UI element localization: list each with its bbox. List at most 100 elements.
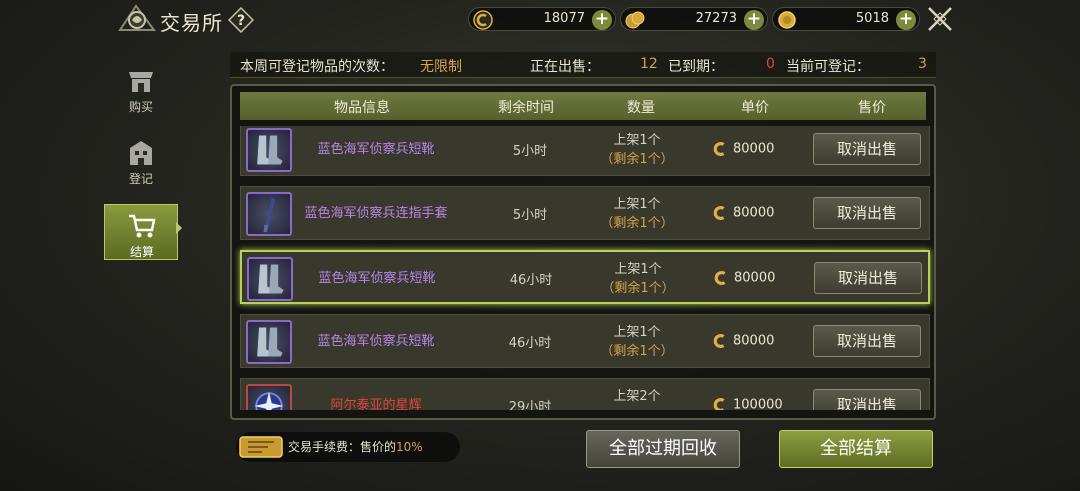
table-row[interactable]: 蓝色海军侦察兵短靴 46小时 上架1个 （剩余1个） 80000 取消出售 xyxy=(240,250,930,304)
nav-label: 登记 xyxy=(128,172,153,186)
listing-rows[interactable]: 蓝色海军侦察兵短靴 5小时 上架1个 （剩余1个） 80000 取消出售 蓝色海… xyxy=(232,126,934,410)
remaining-time: 46小时 xyxy=(508,336,552,351)
nav-item-buy[interactable]: 购买 xyxy=(104,60,178,116)
item-name: 蓝色海军侦察兵连指手套 xyxy=(304,206,448,221)
weekly-limit-value: 无限制 xyxy=(420,59,462,75)
cancel-sale-button[interactable]: 取消出售 xyxy=(813,389,921,410)
fee-label: 交易手续费：售价的 xyxy=(288,440,397,454)
selling-value: 12 xyxy=(640,56,658,72)
help-icon[interactable]: ? xyxy=(228,7,254,33)
table-row[interactable]: 阿尔泰亚的星辉 29小时 上架2个 100000 取消出售 xyxy=(240,378,930,410)
nav-item-register[interactable]: 登记 xyxy=(104,132,178,188)
remaining-time: 5小时 xyxy=(512,208,548,223)
c-coin-icon xyxy=(714,271,726,285)
quantity: 上架1个 （剩余1个） xyxy=(571,195,703,233)
unit-price: 80000 xyxy=(711,332,811,350)
item-name: 蓝色海军侦察兵短靴 xyxy=(317,334,435,349)
boots-icon xyxy=(247,257,293,301)
unit-price: 80000 xyxy=(712,269,812,287)
fee-percent: 10% xyxy=(396,440,423,454)
cart-icon xyxy=(129,214,156,238)
listed-qty: 上架1个 xyxy=(613,197,661,212)
nav-label: 购买 xyxy=(128,100,153,114)
selling-label: 正在出售： xyxy=(530,59,600,75)
remaining-time: 46小时 xyxy=(509,273,553,288)
settle-all-button[interactable]: 全部结算 xyxy=(779,430,933,468)
fee-text: 交易手续费：售价的10% xyxy=(288,438,423,455)
side-nav: 购买 登记 结算 xyxy=(104,56,178,276)
ticket-icon xyxy=(239,436,283,458)
currency-value: 18077 xyxy=(543,11,585,26)
nav-item-settle[interactable]: 结算 xyxy=(104,204,178,260)
weekly-limit-label: 本周可登记物品的次数： xyxy=(240,59,394,75)
cancel-sale-button[interactable]: 取消出售 xyxy=(813,197,921,229)
add-currency-button[interactable]: + xyxy=(592,10,612,30)
price-value: 80000 xyxy=(733,333,775,349)
expired-value: 0 xyxy=(766,56,775,72)
remaining-qty: （剩余1个） xyxy=(600,216,674,231)
quantity: 上架1个 （剩余1个） xyxy=(572,260,704,298)
svg-text:?: ? xyxy=(237,13,245,29)
c-coin-icon xyxy=(713,334,725,348)
price-value: 100000 xyxy=(733,397,783,411)
listed-qty: 上架1个 xyxy=(613,325,661,340)
remaining-qty: （剩余1个） xyxy=(600,152,674,167)
currency-value: 27273 xyxy=(695,11,737,26)
currency-value: 5018 xyxy=(855,11,889,26)
unit-price: 80000 xyxy=(711,204,811,222)
unit-price: 80000 xyxy=(711,140,811,158)
recycle-expired-button[interactable]: 全部过期回收 xyxy=(586,430,740,468)
c-coin-icon xyxy=(473,10,493,30)
summary-bar: 本周可登记物品的次数： 无限制 正在出售： 12 已到期： 0 当前可登记： 3 xyxy=(230,52,936,78)
price-value: 80000 xyxy=(733,141,775,157)
table-row[interactable]: 蓝色海军侦察兵连指手套 5小时 上架1个 （剩余1个） 80000 取消出售 xyxy=(240,186,930,240)
item-name: 蓝色海军侦察兵短靴 xyxy=(318,271,436,286)
table-row[interactable]: 蓝色海军侦察兵短靴 46小时 上架1个 （剩余1个） 80000 取消出售 xyxy=(240,314,930,368)
currency-c-coin: 18077 + xyxy=(468,7,616,31)
gold-coin-icon xyxy=(778,11,796,29)
cancel-sale-button[interactable]: 取消出售 xyxy=(814,262,922,294)
header-unit-price: 单价 xyxy=(741,100,769,116)
top-bar: 交易所 ? 18077 + 27273 + 5018 + xyxy=(0,0,1080,42)
table-header: 物品信息 剩余时间 数量 单价 售价 xyxy=(240,92,926,120)
listings-panel: 物品信息 剩余时间 数量 单价 售价 蓝色海军侦察兵短靴 5小时 上架1个 （剩… xyxy=(230,84,936,420)
register-icon xyxy=(130,141,152,165)
cancel-sale-button[interactable]: 取消出售 xyxy=(813,325,921,357)
item-name: 蓝色海军侦察兵短靴 xyxy=(317,142,435,157)
page-title: 交易所 xyxy=(160,11,223,35)
listed-qty: 上架1个 xyxy=(613,133,661,148)
currency-gold-coins: 27273 + xyxy=(620,7,768,31)
cancel-sale-button[interactable]: 取消出售 xyxy=(813,133,921,165)
listed-qty: 上架1个 xyxy=(614,262,662,277)
c-coin-icon xyxy=(713,206,725,220)
listed-qty: 上架2个 xyxy=(613,389,661,404)
gold-coins-icon xyxy=(625,11,645,29)
available-label: 当前可登记： xyxy=(786,59,870,75)
currency-gold-coin: 5018 + xyxy=(772,7,920,31)
header-remaining-time: 剩余时间 xyxy=(498,100,554,116)
add-currency-button[interactable]: + xyxy=(744,10,764,30)
close-icon[interactable] xyxy=(925,4,955,34)
trade-fee-info: 交易手续费：售价的10% xyxy=(236,432,460,462)
gloves-icon xyxy=(246,192,292,236)
c-coin-icon xyxy=(713,398,725,410)
available-value: 3 xyxy=(918,56,927,72)
remaining-qty: （剩余1个） xyxy=(601,281,675,296)
item-name: 阿尔泰亚的星辉 xyxy=(330,398,422,410)
remaining-time: 5小时 xyxy=(512,144,548,159)
quantity: 上架1个 （剩余1个） xyxy=(571,323,703,361)
boots-icon xyxy=(246,128,292,172)
quantity: 上架2个 xyxy=(571,387,703,406)
exchange-emblem-icon xyxy=(118,4,156,31)
price-value: 80000 xyxy=(734,270,776,286)
header-sale-price: 售价 xyxy=(858,100,886,116)
add-currency-button[interactable]: + xyxy=(896,10,916,30)
boots-icon xyxy=(246,320,292,364)
quantity: 上架1个 （剩余1个） xyxy=(571,131,703,169)
header-item-info: 物品信息 xyxy=(334,100,390,116)
star-gem-icon xyxy=(246,384,292,410)
expired-label: 已到期： xyxy=(668,59,724,75)
remaining-qty: （剩余1个） xyxy=(600,344,674,359)
active-nav-indicator xyxy=(176,222,182,234)
table-row[interactable]: 蓝色海军侦察兵短靴 5小时 上架1个 （剩余1个） 80000 取消出售 xyxy=(240,126,930,176)
